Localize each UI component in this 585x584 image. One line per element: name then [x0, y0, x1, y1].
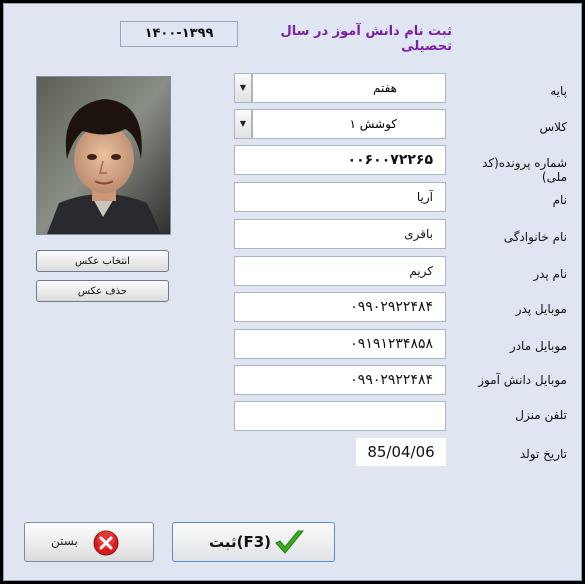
file-number-field[interactable]: ۰۰۶۰۰۷۲۲۶۵	[234, 145, 446, 175]
student-photo-image	[37, 77, 170, 234]
grade-select[interactable]: هفتم	[252, 73, 446, 103]
father-mobile-field[interactable]: ۰۹۹۰۲۹۲۲۴۸۴	[234, 292, 446, 322]
grade-label: پایه	[550, 84, 567, 98]
class-select[interactable]: کوشش ۱	[252, 109, 446, 139]
form-title: ثبت نام دانش آموز در سال تحصیلی	[280, 24, 453, 54]
checkmark-icon	[275, 530, 305, 554]
school-year-display: ۱۴۰۰-۱۳۹۹	[120, 21, 238, 47]
mother-mobile-label: موبایل مادر	[509, 339, 567, 353]
delete-photo-button[interactable]: حذف عکس	[36, 280, 169, 302]
first-name-label: نام	[552, 193, 567, 207]
chevron-down-icon: ▼	[239, 119, 247, 128]
close-button-label: بستن	[51, 534, 78, 548]
mother-mobile-field[interactable]: ۰۹۱۹۱۲۳۴۸۵۸	[234, 329, 446, 359]
chevron-down-icon: ▼	[239, 83, 247, 92]
father-name-label: نام پدر	[533, 267, 567, 281]
home-phone-label: تلفن منزل	[515, 408, 567, 422]
save-button-label: ثبت(F3)	[209, 533, 272, 551]
student-mobile-field[interactable]: ۰۹۹۰۲۹۲۲۴۸۴	[234, 365, 446, 395]
father-mobile-label: موبایل پدر	[515, 302, 567, 316]
close-button[interactable]: بستن	[24, 522, 154, 562]
class-dropdown-button[interactable]: ▼	[234, 109, 252, 139]
grade-dropdown-button[interactable]: ▼	[234, 73, 252, 103]
birth-date-label: تاریخ تولد	[519, 447, 567, 461]
birth-date-field[interactable]: 85/04/06	[356, 438, 446, 466]
registration-window: ثبت نام دانش آموز در سال تحصیلی ۱۴۰۰-۱۳۹…	[3, 3, 582, 581]
class-label: کلاس	[539, 120, 567, 134]
select-photo-button[interactable]: انتخاب عکس	[36, 250, 169, 272]
student-photo	[36, 76, 171, 235]
save-button[interactable]: ثبت(F3)	[172, 522, 335, 562]
home-phone-field[interactable]	[234, 401, 446, 431]
father-name-field[interactable]: کریم	[234, 256, 446, 286]
file-number-label: شماره پرونده(کد ملی)	[482, 156, 567, 184]
close-icon	[93, 530, 119, 556]
last-name-label: نام خانوادگی	[503, 230, 567, 244]
student-mobile-label: موبایل دانش آموز	[478, 373, 567, 387]
first-name-field[interactable]: آریا	[234, 182, 446, 212]
last-name-field[interactable]: باقری	[234, 219, 446, 249]
